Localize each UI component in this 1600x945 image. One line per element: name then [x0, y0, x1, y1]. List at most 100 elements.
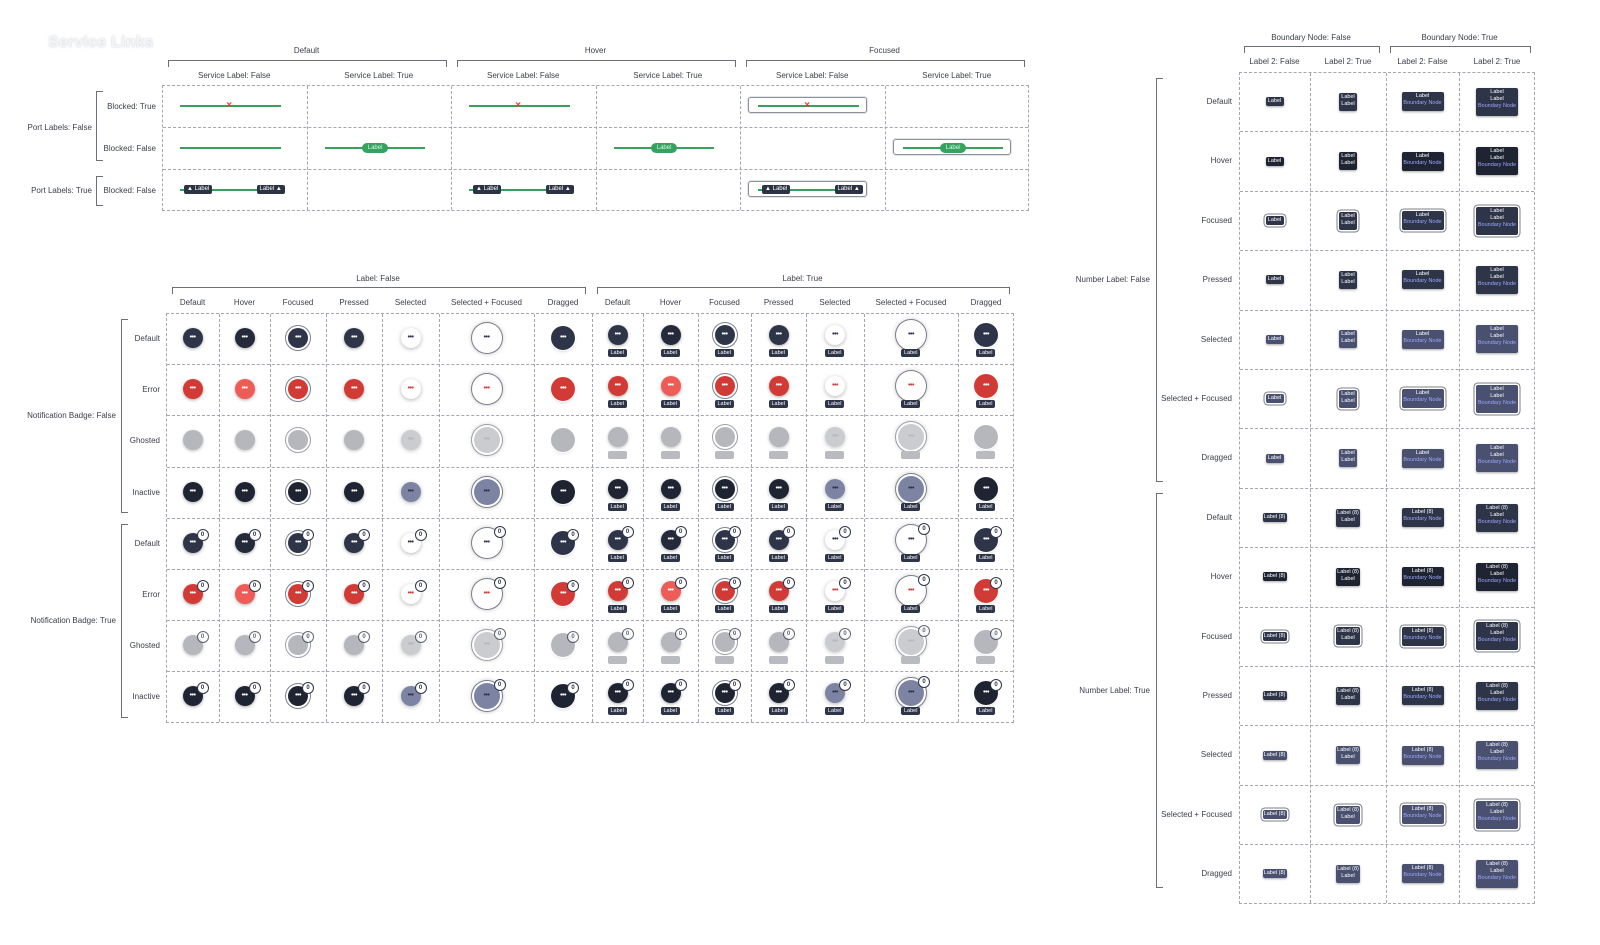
service-node[interactable]: •••: [660, 376, 681, 397]
node-label-chip[interactable]: Label (8) Label: [1336, 567, 1360, 586]
service-node[interactable]: •••: [975, 477, 997, 500]
node-label-chip[interactable]: Label Label: [1339, 270, 1357, 289]
boundary-node-chip[interactable]: Label (8) Label Boundary Node: [1476, 741, 1518, 770]
service-node[interactable]: •••: [975, 324, 997, 346]
boundary-node-chip[interactable]: Label Label Boundary Node: [1476, 265, 1518, 294]
boundary-node-chip[interactable]: Label (8) Label Boundary Node: [1476, 800, 1518, 829]
service-node[interactable]: •••: [182, 481, 203, 502]
boundary-node-chip[interactable]: Label (8) Boundary Node: [1401, 626, 1444, 646]
boundary-node-chip[interactable]: Label Boundary Node: [1401, 329, 1444, 349]
service-node[interactable]: •••: [400, 379, 421, 400]
boundary-node-chip[interactable]: Label (8) Boundary Node: [1401, 686, 1444, 706]
node-label-chip[interactable]: Label Label: [1339, 152, 1357, 171]
node-label-chip[interactable]: Label (8): [1262, 513, 1287, 522]
service-label-pill[interactable]: Label: [650, 143, 678, 153]
boundary-node-chip[interactable]: Label (8) Label Boundary Node: [1476, 503, 1518, 532]
port-label[interactable]: Label ▲: [256, 185, 285, 194]
boundary-node-chip[interactable]: Label Label Boundary Node: [1476, 87, 1518, 116]
boundary-node-chip[interactable]: Label Boundary Node: [1401, 92, 1444, 112]
boundary-node-chip[interactable]: Label Boundary Node: [1401, 448, 1444, 468]
boundary-node-chip[interactable]: Label (8) Boundary Node: [1401, 805, 1444, 824]
node-label-chip[interactable]: Label (8): [1262, 631, 1287, 641]
service-node[interactable]: •••: [768, 478, 789, 499]
service-node[interactable]: •••: [234, 430, 255, 451]
service-node[interactable]: •••: [182, 328, 203, 348]
service-node[interactable]: •••: [182, 379, 203, 400]
boundary-node-chip[interactable]: Label (8) Boundary Node: [1401, 567, 1444, 587]
node-label-chip[interactable]: Label: [1265, 97, 1284, 107]
boundary-node-chip[interactable]: Label (8) Label Boundary Node: [1476, 681, 1518, 710]
node-label-chip[interactable]: Label (8) Label: [1336, 686, 1360, 705]
service-node[interactable]: •••: [898, 475, 924, 502]
node-label-chip[interactable]: Label: [1265, 453, 1284, 463]
node-label-chip[interactable]: Label Label: [1339, 449, 1357, 468]
node-label-chip[interactable]: Label (8) Label: [1336, 805, 1360, 824]
node-label-chip[interactable]: Label: [1265, 216, 1284, 225]
service-node[interactable]: •••: [234, 481, 255, 502]
service-link-line[interactable]: [180, 147, 281, 149]
node-label-chip[interactable]: Label (8) Label: [1336, 627, 1360, 646]
service-node[interactable]: •••: [344, 481, 364, 502]
service-node[interactable]: •••: [825, 325, 845, 345]
node-label-chip[interactable]: Label (8): [1262, 810, 1287, 819]
boundary-node-chip[interactable]: Label Label Boundary Node: [1476, 147, 1518, 176]
node-label-chip[interactable]: Label: [1265, 275, 1284, 285]
service-node[interactable]: •••: [898, 373, 924, 400]
boundary-node-chip[interactable]: Label (8) Label Boundary Node: [1476, 562, 1518, 591]
service-node[interactable]: •••: [182, 430, 203, 451]
service-node[interactable]: •••: [768, 376, 789, 397]
service-node[interactable]: •••: [768, 427, 789, 448]
service-node[interactable]: •••: [400, 430, 421, 451]
service-node[interactable]: •••: [660, 478, 681, 499]
service-node[interactable]: •••: [768, 325, 789, 345]
service-node[interactable]: •••: [288, 328, 308, 348]
node-label-chip[interactable]: Label Label: [1339, 389, 1357, 408]
port-label[interactable]: ▲ Label: [184, 185, 213, 194]
service-node[interactable]: •••: [473, 376, 500, 403]
boundary-node-chip[interactable]: Label Boundary Node: [1401, 211, 1444, 230]
service-node[interactable]: •••: [607, 376, 628, 397]
service-node[interactable]: •••: [714, 325, 735, 345]
service-node[interactable]: •••: [607, 478, 628, 499]
service-node[interactable]: •••: [288, 481, 308, 502]
service-label-pill[interactable]: Label: [361, 143, 389, 153]
service-node[interactable]: •••: [400, 481, 421, 502]
node-label-chip[interactable]: Label: [1265, 394, 1284, 404]
service-node[interactable]: •••: [473, 325, 500, 351]
boundary-node-chip[interactable]: Label Boundary Node: [1401, 389, 1444, 409]
port-label[interactable]: Label ▲: [834, 185, 863, 194]
service-node[interactable]: •••: [607, 427, 628, 448]
node-label-chip[interactable]: Label: [1265, 334, 1284, 344]
port-label[interactable]: ▲ Label: [473, 185, 502, 194]
service-label-pill[interactable]: Label: [939, 143, 967, 153]
service-node[interactable]: •••: [607, 325, 628, 345]
boundary-node-chip[interactable]: Label Label Boundary Node: [1476, 444, 1518, 473]
service-node[interactable]: •••: [400, 328, 421, 348]
port-label[interactable]: ▲ Label: [762, 185, 791, 194]
boundary-node-chip[interactable]: Label (8) Boundary Node: [1401, 864, 1444, 884]
node-label-chip[interactable]: Label (8) Label: [1336, 864, 1360, 883]
boundary-node-chip[interactable]: Label Boundary Node: [1401, 151, 1444, 171]
node-label-chip[interactable]: Label (8): [1262, 572, 1287, 582]
service-node[interactable]: •••: [714, 478, 735, 499]
boundary-node-chip[interactable]: Label Label Boundary Node: [1476, 206, 1518, 235]
node-label-chip[interactable]: Label (8): [1262, 869, 1287, 879]
node-label-chip[interactable]: Label (8) Label: [1336, 746, 1360, 765]
boundary-node-chip[interactable]: Label Boundary Node: [1401, 270, 1444, 290]
node-label-chip[interactable]: Label (8): [1262, 750, 1287, 760]
service-node[interactable]: •••: [714, 376, 735, 397]
boundary-node-chip[interactable]: Label (8) Label Boundary Node: [1476, 622, 1518, 651]
service-node[interactable]: •••: [552, 480, 574, 503]
boundary-node-chip[interactable]: Label (8) Boundary Node: [1401, 508, 1444, 527]
port-label[interactable]: Label ▲: [545, 185, 574, 194]
service-node[interactable]: •••: [552, 327, 574, 349]
service-node[interactable]: •••: [234, 328, 255, 348]
service-node[interactable]: •••: [234, 379, 255, 400]
boundary-node-chip[interactable]: Label (8) Boundary Node: [1401, 745, 1444, 765]
boundary-node-chip[interactable]: Label (8) Label Boundary Node: [1476, 859, 1518, 888]
node-label-chip[interactable]: Label (8): [1262, 691, 1287, 701]
service-node[interactable]: •••: [473, 427, 500, 454]
node-label-chip[interactable]: Label: [1265, 156, 1284, 166]
boundary-node-chip[interactable]: Label Label Boundary Node: [1476, 325, 1518, 354]
service-node[interactable]: •••: [825, 478, 845, 499]
